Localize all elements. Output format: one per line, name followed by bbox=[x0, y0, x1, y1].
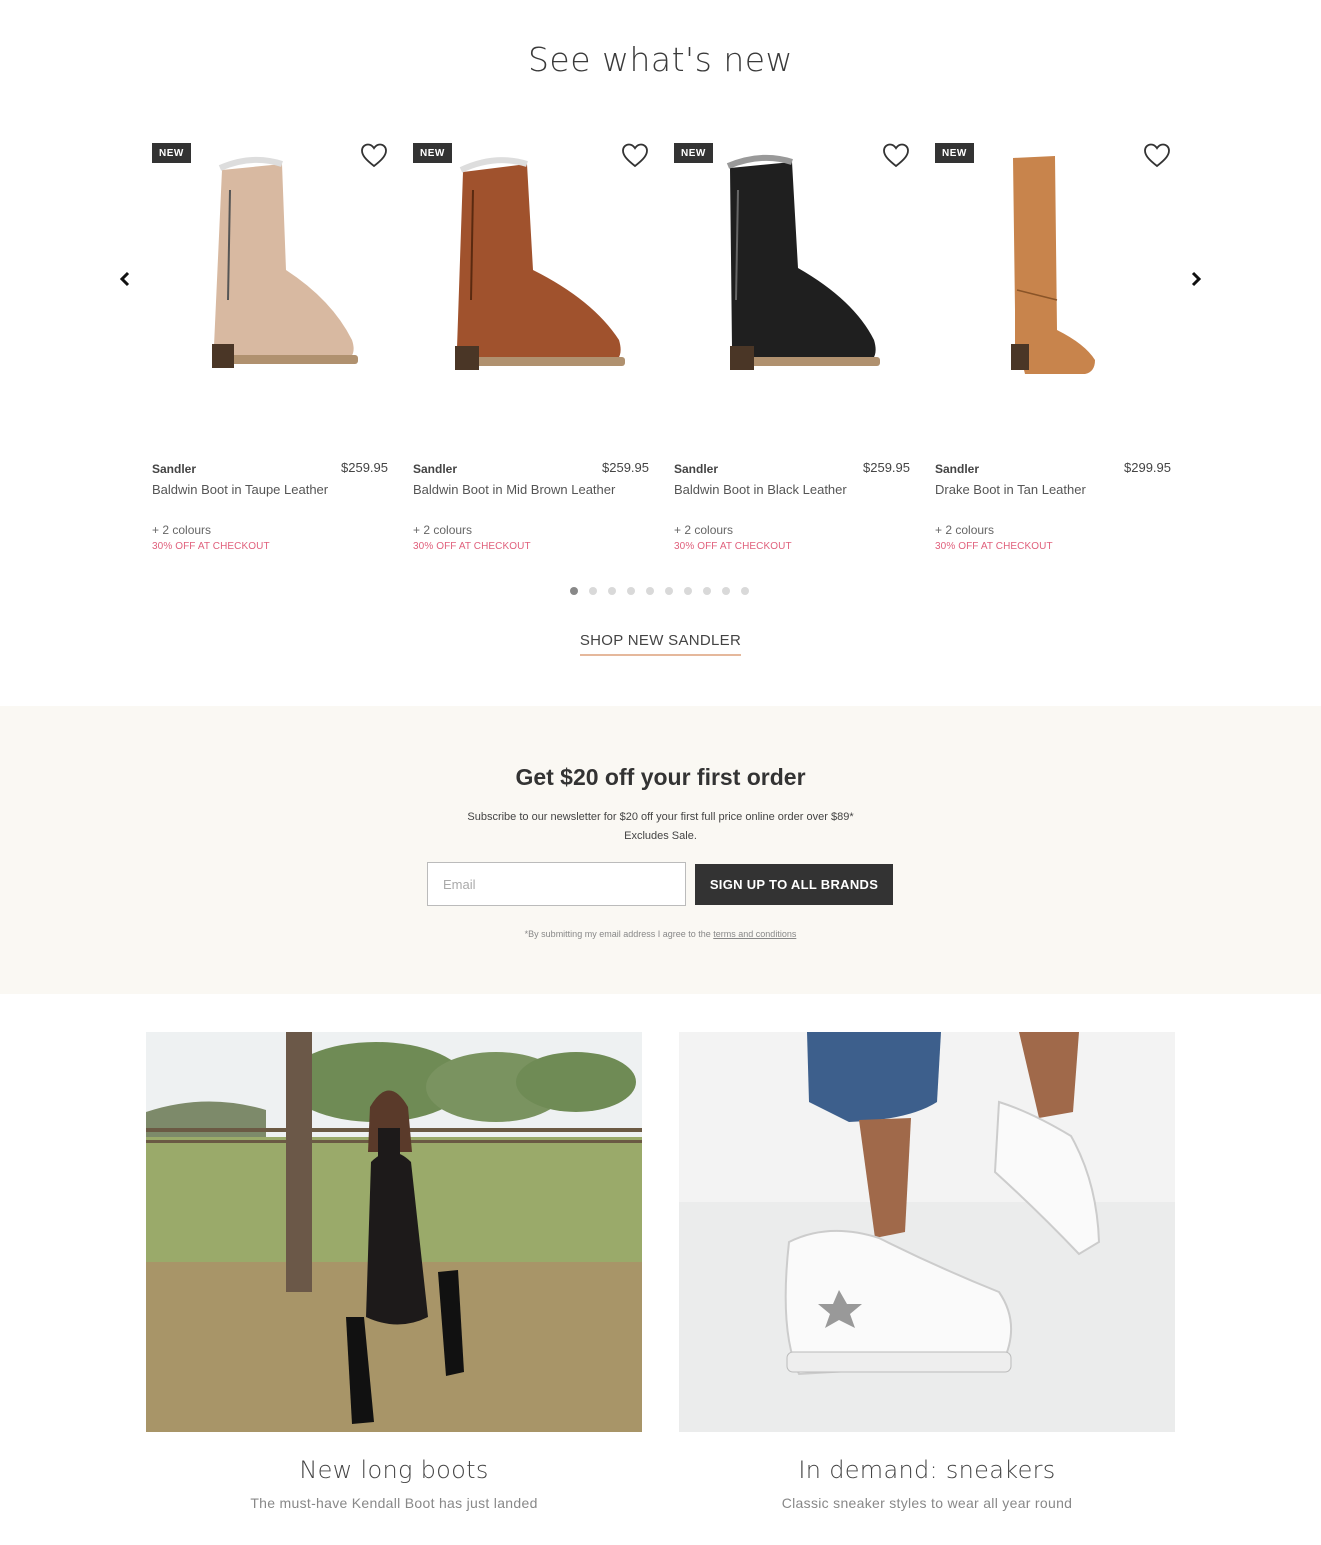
product-price: $259.95 bbox=[602, 460, 649, 475]
product-name[interactable]: Baldwin Boot in Black Leather bbox=[674, 482, 847, 497]
promo-tile-long-boots[interactable]: New long boots The must-have Kendall Boo… bbox=[146, 1032, 642, 1511]
carousel-dot[interactable] bbox=[665, 587, 673, 595]
promo-tile-sneakers[interactable]: In demand: sneakers Classic sneaker styl… bbox=[679, 1032, 1175, 1511]
product-brand: Sandler bbox=[413, 462, 458, 476]
promo-title[interactable]: New long boots bbox=[146, 1456, 642, 1484]
newsletter-text-line2: Excludes Sale. bbox=[624, 830, 697, 842]
carousel-next-button[interactable] bbox=[1184, 265, 1208, 293]
product-card[interactable]: NEW Sandler $259.95 Baldwin Boot in Mid … bbox=[413, 140, 649, 560]
product-card[interactable]: NEW Sandler $299.95 Drake Boot in Tan Le… bbox=[935, 140, 1171, 560]
sneakers-image[interactable] bbox=[679, 1032, 1175, 1432]
product-image[interactable] bbox=[945, 150, 1161, 390]
carousel-dot[interactable] bbox=[646, 587, 654, 595]
product-card[interactable]: NEW Sandler $259.95 Baldwin Boot in Taup… bbox=[152, 140, 388, 560]
newsletter-section: Get $20 off your first order Subscribe t… bbox=[0, 706, 1321, 994]
newsletter-description: Subscribe to our newsletter for $20 off … bbox=[0, 808, 1321, 846]
product-brand: Sandler bbox=[152, 462, 197, 476]
product-promo: 30% OFF AT CHECKOUT bbox=[935, 541, 1053, 552]
newsletter-title: Get $20 off your first order bbox=[515, 764, 806, 790]
product-brand: Sandler bbox=[935, 462, 980, 476]
section-title: See what's new bbox=[527, 40, 794, 79]
shop-link-container: SHOP NEW SANDLER bbox=[0, 632, 1321, 656]
product-price: $259.95 bbox=[863, 460, 910, 475]
chevron-right-icon bbox=[1191, 271, 1202, 287]
product-image[interactable] bbox=[684, 150, 900, 390]
carousel-prev-button[interactable] bbox=[113, 265, 137, 293]
product-card[interactable]: NEW Sandler $259.95 Baldwin Boot in Blac… bbox=[674, 140, 910, 560]
carousel-dot[interactable] bbox=[741, 587, 749, 595]
product-name[interactable]: Baldwin Boot in Taupe Leather bbox=[152, 482, 328, 497]
product-price: $259.95 bbox=[341, 460, 388, 475]
product-name[interactable]: Baldwin Boot in Mid Brown Leather bbox=[413, 482, 615, 497]
carousel-dot[interactable] bbox=[608, 587, 616, 595]
product-colours[interactable]: + 2 colours bbox=[935, 523, 994, 537]
product-promo: 30% OFF AT CHECKOUT bbox=[152, 541, 270, 552]
promo-subtitle: Classic sneaker styles to wear all year … bbox=[781, 1495, 1073, 1511]
product-image[interactable] bbox=[423, 150, 639, 390]
product-promo: 30% OFF AT CHECKOUT bbox=[413, 541, 531, 552]
newsletter-terms: *By submitting my email address I agree … bbox=[0, 929, 1321, 939]
carousel-dot[interactable] bbox=[589, 587, 597, 595]
product-price: $299.95 bbox=[1124, 460, 1171, 475]
signup-button[interactable]: SIGN UP TO ALL BRANDS bbox=[695, 864, 893, 905]
newsletter-text-line1: Subscribe to our newsletter for $20 off … bbox=[467, 811, 854, 823]
carousel-dot[interactable] bbox=[684, 587, 692, 595]
product-colours[interactable]: + 2 colours bbox=[674, 523, 733, 537]
shop-new-sandler-link[interactable]: SHOP NEW SANDLER bbox=[579, 632, 742, 656]
product-promo: 30% OFF AT CHECKOUT bbox=[674, 541, 792, 552]
product-name[interactable]: Drake Boot in Tan Leather bbox=[935, 482, 1086, 497]
product-brand: Sandler bbox=[674, 462, 719, 476]
product-image[interactable] bbox=[162, 150, 378, 390]
chevron-left-icon bbox=[119, 271, 130, 287]
carousel-pagination bbox=[570, 587, 749, 595]
carousel-dot[interactable] bbox=[627, 587, 635, 595]
terms-prefix: *By submitting my email address I agree … bbox=[524, 929, 711, 939]
carousel-dot[interactable] bbox=[570, 587, 578, 595]
product-colours[interactable]: + 2 colours bbox=[413, 523, 472, 537]
long-boots-image[interactable] bbox=[146, 1032, 642, 1432]
promo-subtitle: The must-have Kendall Boot has just land… bbox=[250, 1495, 538, 1511]
carousel-dot[interactable] bbox=[703, 587, 711, 595]
carousel-dot[interactable] bbox=[722, 587, 730, 595]
terms-link[interactable]: terms and conditions bbox=[713, 929, 796, 939]
product-colours[interactable]: + 2 colours bbox=[152, 523, 211, 537]
email-input[interactable] bbox=[427, 862, 686, 906]
promo-title[interactable]: In demand: sneakers bbox=[679, 1456, 1175, 1484]
